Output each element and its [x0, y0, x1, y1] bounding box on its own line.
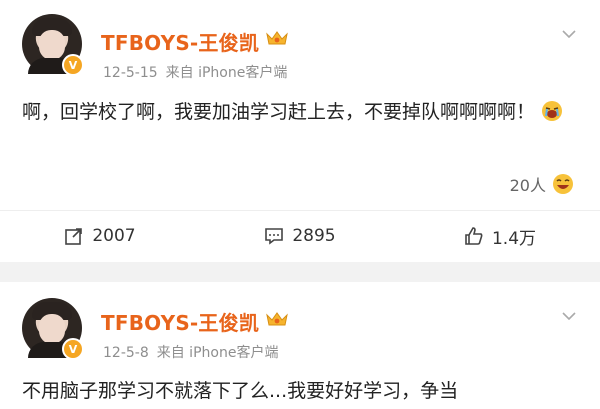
post-content: 不用脑子那学习不就落下了么...我要好好学习，争当 — [22, 377, 562, 406]
crown-icon — [266, 312, 288, 326]
chevron-down-icon[interactable] — [562, 312, 576, 320]
post-source: 来自 iPhone客户端 — [156, 345, 279, 361]
avatar[interactable]: V — [22, 298, 84, 360]
weibo-post-2: V TFBOYS-王俊凯 12-5-8 来自 iPhone客户端 不用脑子那学习不… — [0, 0, 600, 409]
verified-badge-icon: V — [62, 338, 84, 360]
username[interactable]: TFBOYS-王俊凯 — [101, 307, 259, 336]
post-meta: 12-5-8 来自 iPhone客户端 — [103, 342, 278, 362]
post-text: 不用脑子那学习不就落下了么...我要好好学习，争当 — [22, 380, 459, 402]
post-date: 12-5-8 — [103, 345, 149, 361]
avatar-face — [39, 314, 65, 344]
